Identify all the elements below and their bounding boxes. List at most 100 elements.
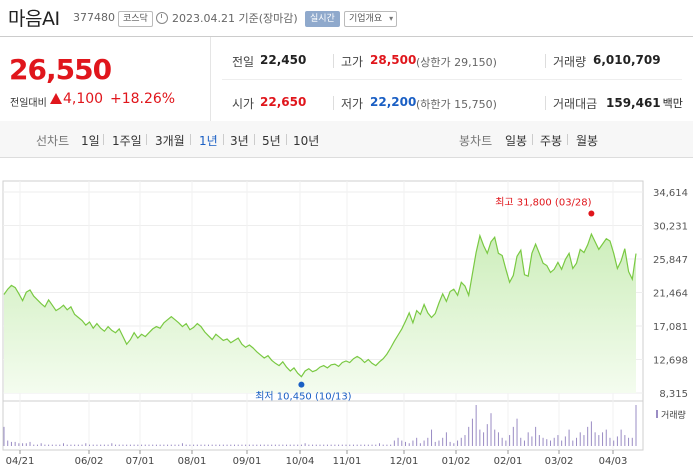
volume-bar <box>286 444 288 446</box>
volume-bar <box>453 443 455 446</box>
x-tick-label: 03/02 <box>545 456 574 467</box>
volume-bar <box>572 440 574 446</box>
tab-3m[interactable]: 3개월 <box>155 132 185 149</box>
price-panel: 26,550 전일대비 4,100 +18.26% 전일 22,450 고가 2… <box>0 36 693 122</box>
volume-bar <box>442 437 444 446</box>
volume-bar <box>542 437 544 446</box>
change-amount: 4,100 <box>50 91 103 107</box>
tab-daily[interactable]: 일봉 <box>505 132 527 149</box>
volume-bar <box>107 444 109 446</box>
volume-bar <box>44 444 46 446</box>
volume-bar <box>468 426 470 446</box>
volume-bar <box>204 444 206 446</box>
volume-bar <box>352 444 354 446</box>
divider <box>567 134 568 145</box>
volume-bar <box>245 444 247 446</box>
volume-bar <box>535 426 537 446</box>
quote-date: 2023.04.21 기준(장마감) <box>172 10 298 26</box>
volume-bar <box>267 444 269 446</box>
tab-weekly[interactable]: 주봉 <box>540 132 562 149</box>
volume-bar <box>111 443 113 446</box>
volume-bar <box>475 405 477 446</box>
realtime-button[interactable]: 실시간 <box>305 11 340 27</box>
volume-bar <box>174 444 176 446</box>
change-label: 전일대비 <box>10 98 47 109</box>
volume-bar <box>628 437 630 446</box>
tab-1w[interactable]: 1주일 <box>112 132 142 149</box>
volume-bar <box>103 444 105 446</box>
volume-bar <box>464 435 466 446</box>
volume-bar <box>360 444 362 446</box>
volume-bar <box>293 444 295 446</box>
volume-bar <box>326 444 328 446</box>
volume-bar <box>523 440 525 446</box>
volume-bar <box>397 437 399 446</box>
x-tick-label: 04/03 <box>599 456 628 467</box>
volume-bar <box>334 444 336 446</box>
volume-bar <box>196 444 198 446</box>
price-chart: 최고 31,800 (03/28) 최저 10,450 (10/13) 34,6… <box>0 157 693 472</box>
volume-bar <box>486 424 488 446</box>
volume-bar <box>546 439 548 446</box>
volume-bar <box>594 432 596 446</box>
volume-bar <box>148 444 150 446</box>
volume-bar <box>434 441 436 446</box>
volume-bar <box>408 443 410 446</box>
x-tick-label: 08/01 <box>178 456 207 467</box>
tab-5y[interactable]: 5년 <box>262 132 281 149</box>
volume-bar <box>115 444 117 446</box>
volume-bars <box>3 405 637 446</box>
volume-bar <box>40 443 42 446</box>
volume-bar <box>579 432 581 446</box>
volume-bar <box>609 437 611 446</box>
divider <box>254 134 255 145</box>
volume-bar <box>36 444 38 446</box>
volume-bar <box>70 444 72 446</box>
divider <box>146 134 147 145</box>
tab-1d[interactable]: 1일 <box>81 132 100 149</box>
volume-bar <box>178 444 180 446</box>
volume-bar <box>602 432 604 446</box>
volume-bar <box>497 432 499 446</box>
volume-bar <box>635 405 637 446</box>
volume-bar <box>538 435 540 446</box>
tab-10y[interactable]: 10년 <box>293 132 319 149</box>
volume-legend-label: 거래량 <box>661 409 686 421</box>
company-info-button[interactable]: 기업개요 ▾ <box>344 11 398 27</box>
x-tick-label: 12/01 <box>390 456 419 467</box>
volume-bar <box>427 437 429 446</box>
volume-bar <box>382 444 384 446</box>
volume-bar <box>170 444 172 446</box>
volume-bar <box>501 437 503 446</box>
volume-bar <box>341 444 343 446</box>
volume-bar <box>256 444 258 446</box>
chevron-down-icon: ▾ <box>389 14 394 23</box>
volume-bar <box>620 429 622 446</box>
tab-monthly[interactable]: 월봉 <box>576 132 598 149</box>
volume-bar <box>568 429 570 446</box>
volume-bar <box>241 444 243 446</box>
volume-bar <box>297 444 299 446</box>
change-percent: +18.26% <box>110 91 176 107</box>
volume-bar <box>152 444 154 446</box>
volume-bar <box>237 444 239 446</box>
tab-3y[interactable]: 3년 <box>230 132 249 149</box>
volume-bar <box>345 444 347 446</box>
volume-bar <box>367 444 369 446</box>
tab-1y[interactable]: 1년 <box>199 132 218 149</box>
volume-bar <box>460 437 462 446</box>
volume-bar <box>323 444 325 446</box>
volume-bar <box>7 440 9 446</box>
volume-bar <box>605 429 607 446</box>
volume-bar <box>62 443 64 446</box>
volume-bar <box>81 444 83 446</box>
volume-bar <box>211 444 213 446</box>
low-point <box>298 381 305 388</box>
volume-bar <box>233 444 235 446</box>
volume-bar <box>263 444 265 446</box>
divider <box>333 96 334 110</box>
volume-bar <box>282 444 284 446</box>
volume-bar <box>189 444 191 446</box>
volume-bar <box>66 444 68 446</box>
volume-bar <box>587 426 589 446</box>
